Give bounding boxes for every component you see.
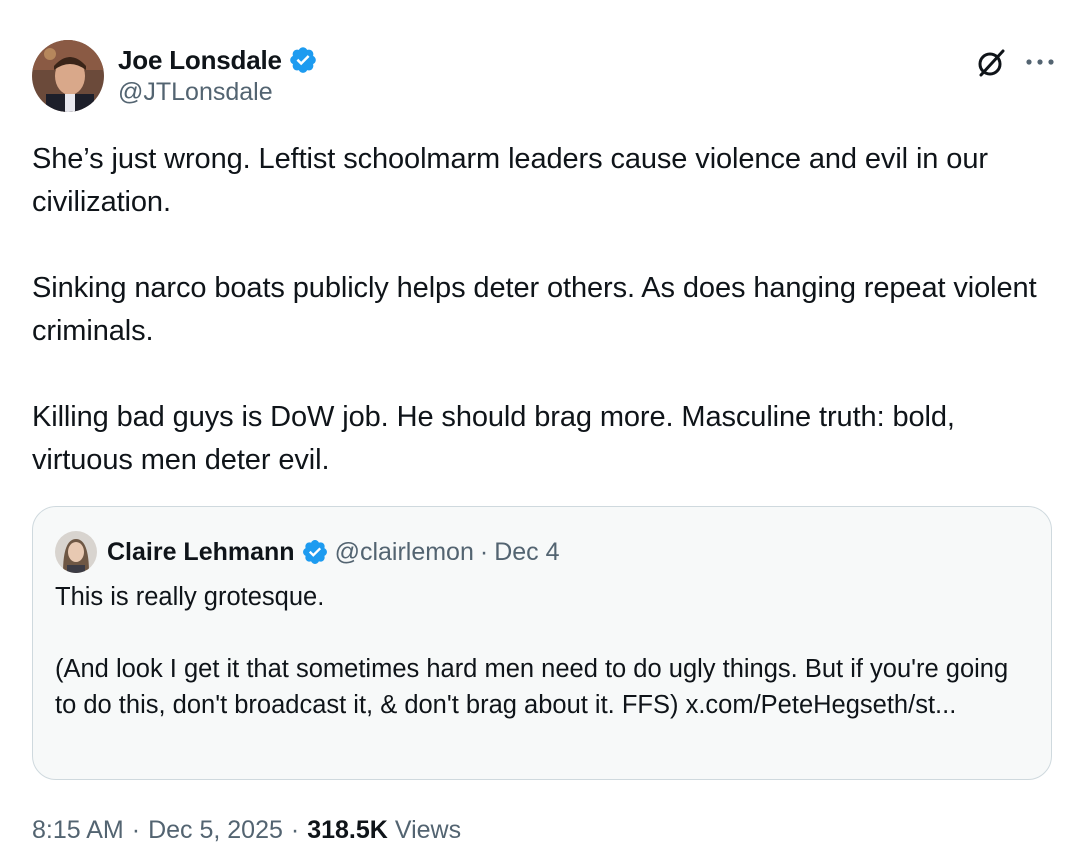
author-avatar[interactable] — [32, 40, 104, 112]
tweet-paragraph: Sinking narco boats publicly helps deter… — [32, 272, 1037, 347]
grok-icon[interactable] — [974, 46, 1008, 80]
views-label: Views — [394, 815, 462, 844]
tweet-text: She’s just wrong. Leftist schoolmarm lea… — [32, 138, 1052, 482]
more-options-icon[interactable] — [1022, 44, 1058, 80]
tweet-timestamp[interactable]: 8:15 AM — [32, 816, 124, 845]
author-name[interactable]: Joe Lonsdale — [118, 45, 282, 76]
separator-dot: · — [131, 815, 141, 844]
quoted-avatar[interactable] — [55, 531, 97, 573]
tweet-paragraph: Killing bad guys is DoW job. He should b… — [32, 401, 955, 476]
quoted-author-name[interactable]: Claire Lehmann — [107, 538, 295, 567]
quoted-paragraph: (And look I get it that sometimes hard m… — [55, 655, 1009, 719]
views-count: 318.5K — [307, 815, 388, 844]
tweet-header: Joe Lonsdale @JTLonsdale — [32, 40, 1058, 116]
separator-dot: · — [290, 815, 300, 844]
verified-badge-icon[interactable] — [301, 538, 329, 566]
author-handle[interactable]: @JTLonsdale — [118, 78, 318, 107]
tweet-meta: 8:15 AM · Dec 5, 2025 · 318.5K Views — [32, 810, 461, 850]
tweet: Joe Lonsdale @JTLonsdale She’s just wron… — [0, 0, 1090, 860]
quoted-tweet[interactable]: Claire Lehmann @clairlemon · Dec 4 This … — [32, 506, 1052, 780]
quoted-date[interactable]: Dec 4 — [494, 538, 559, 567]
author-info: Joe Lonsdale @JTLonsdale — [118, 42, 318, 107]
quoted-text: This is really grotesque. (And look I ge… — [55, 579, 1035, 723]
verified-badge-icon[interactable] — [288, 45, 318, 75]
quoted-author-handle[interactable]: @clairlemon — [335, 538, 474, 567]
tweet-date[interactable]: Dec 5, 2025 — [148, 816, 283, 845]
tweet-paragraph: She’s just wrong. Leftist schoolmarm lea… — [32, 143, 988, 218]
quoted-paragraph: This is really grotesque. — [55, 583, 325, 611]
quoted-header: Claire Lehmann @clairlemon · Dec 4 — [55, 531, 560, 573]
separator-dot: · — [479, 537, 489, 566]
